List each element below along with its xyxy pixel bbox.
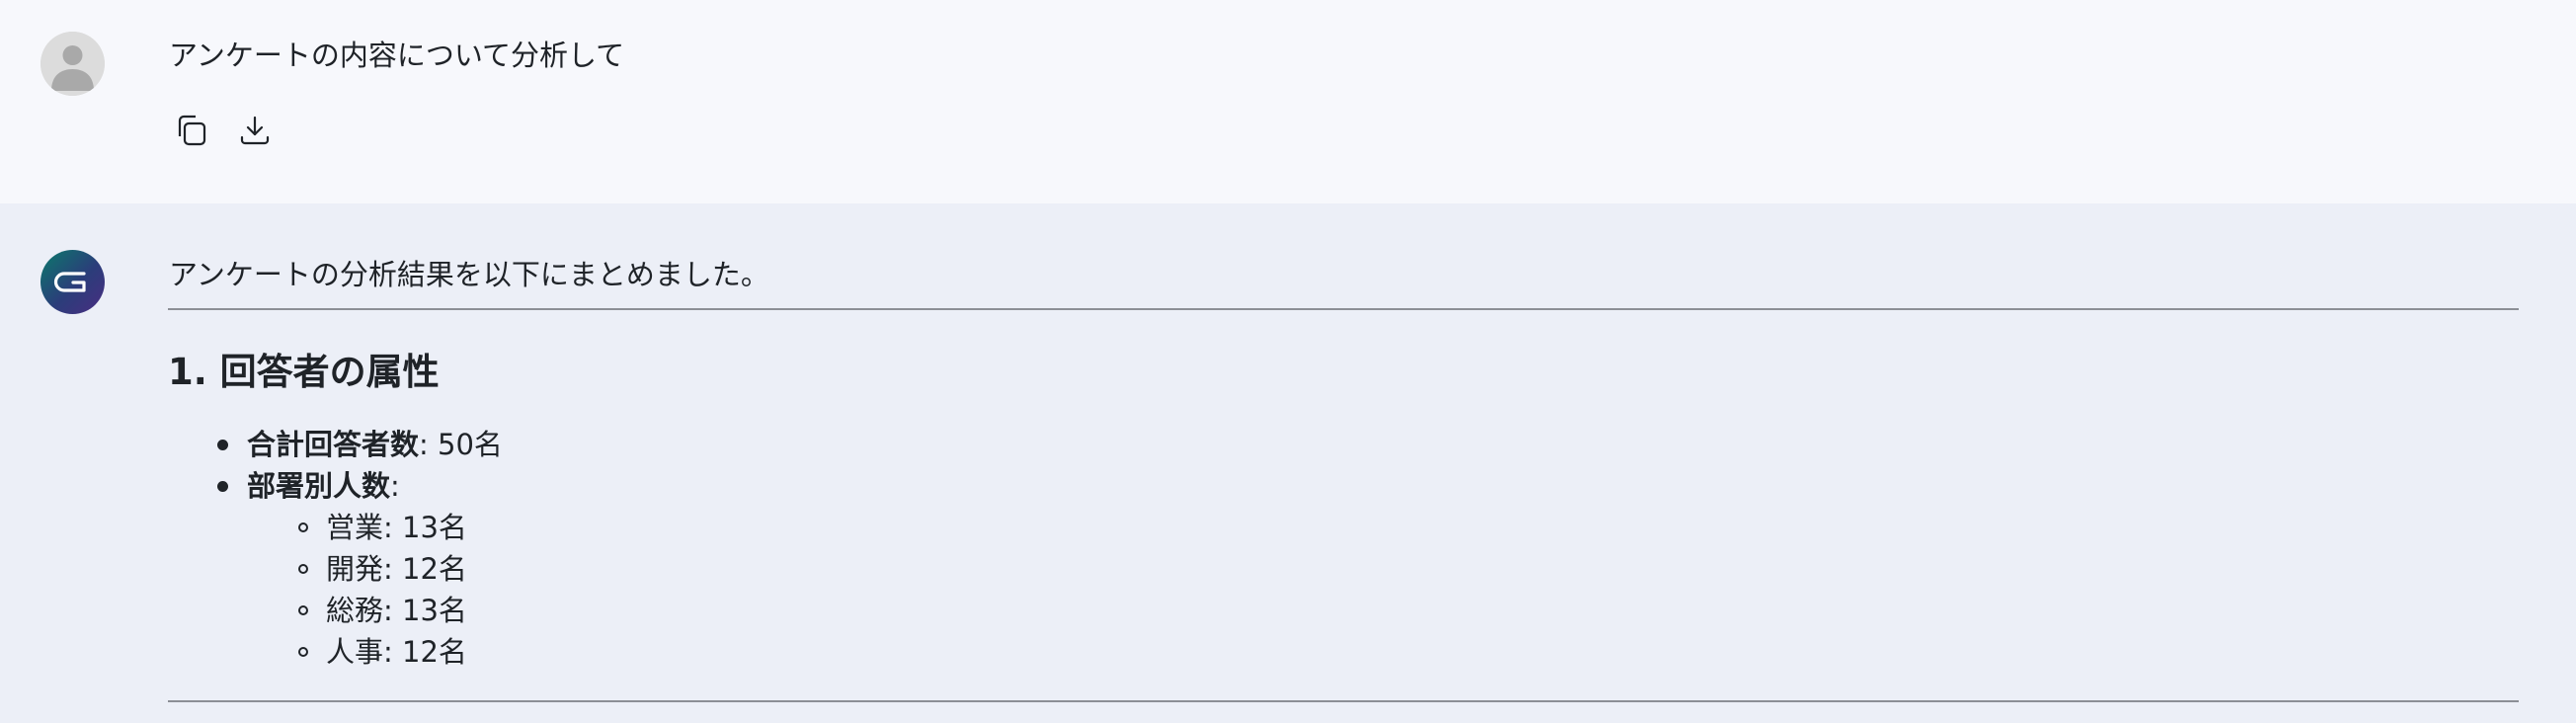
bullet-circle-icon	[298, 564, 308, 574]
user-message-text: アンケートの内容について分析して	[169, 39, 625, 72]
bullet-circle-icon	[298, 605, 308, 615]
list-item-label: 部署別人数	[247, 469, 391, 503]
copy-icon[interactable]	[171, 110, 212, 151]
divider	[168, 308, 2519, 310]
section-heading: 1. 回答者の属性	[168, 351, 440, 393]
user-avatar-icon	[40, 32, 105, 96]
department-item: 営業: 13名	[326, 511, 467, 544]
bullet-circle-icon	[298, 647, 308, 657]
assistant-avatar-icon	[40, 250, 105, 314]
assistant-message: アンケートの分析結果を以下にまとめました。 1. 回答者の属性 合計回答者数: …	[0, 203, 2576, 723]
department-item: 総務: 13名	[326, 594, 467, 627]
download-icon[interactable]	[234, 110, 276, 151]
department-item: 人事: 12名	[326, 635, 467, 669]
assistant-intro-text: アンケートの分析結果を以下にまとめました。	[169, 258, 769, 291]
list-item-label: 合計回答者数	[247, 428, 420, 461]
list-item-value: 50名	[438, 428, 503, 461]
list-item: 合計回答者数: 50名	[247, 425, 503, 464]
user-message: アンケートの内容について分析して	[0, 0, 2576, 203]
divider	[168, 700, 2519, 702]
bullet-icon	[217, 481, 228, 492]
list-item-separator: :	[390, 469, 400, 503]
department-item: 開発: 12名	[326, 552, 467, 586]
bullet-icon	[217, 440, 228, 450]
bullet-circle-icon	[298, 522, 308, 532]
list-item: 部署別人数:	[247, 466, 400, 506]
list-item-separator: :	[419, 428, 439, 461]
